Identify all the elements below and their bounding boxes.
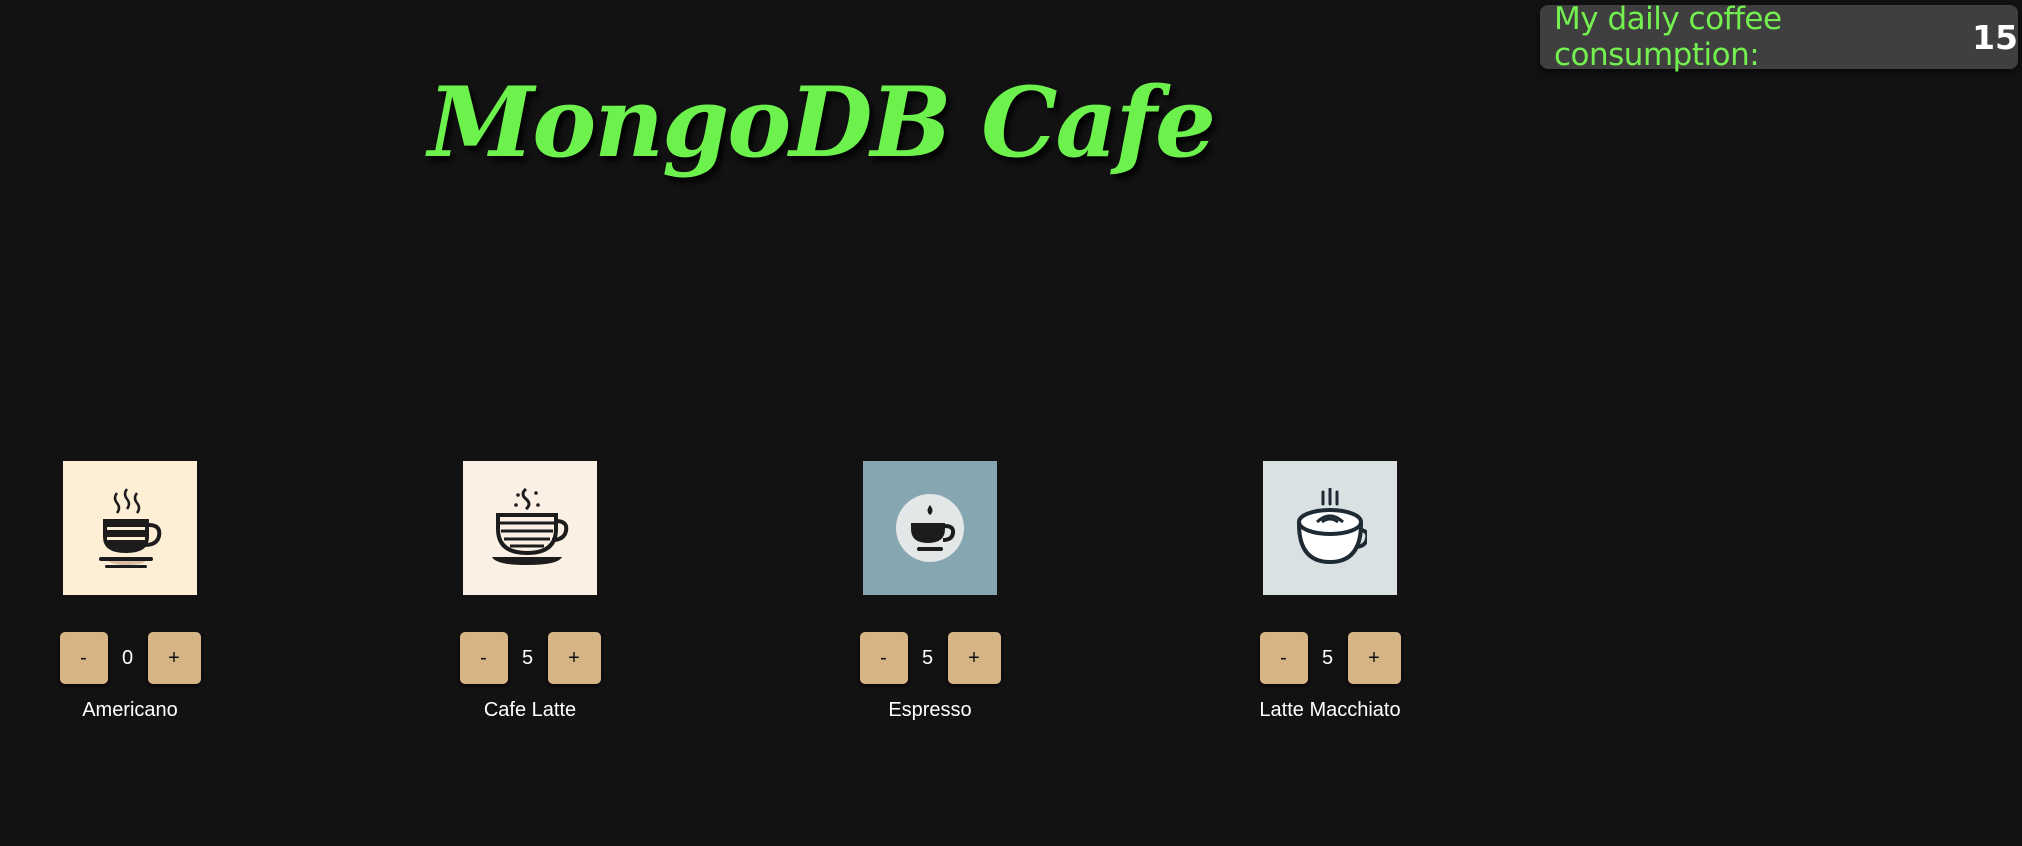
increment-button[interactable]: +: [947, 632, 1001, 684]
consumption-total: 15: [1972, 17, 2018, 57]
drink-name: Americano: [82, 699, 178, 721]
drink-name: Cafe Latte: [483, 699, 577, 721]
drink-count: 5: [1321, 646, 1334, 669]
drink-card-americano: - 0 + Americano: [59, 461, 201, 722]
drink-name: Espresso: [888, 699, 972, 721]
espresso-cup-icon: [863, 461, 997, 595]
decrement-button[interactable]: -: [1259, 632, 1308, 684]
increment-button[interactable]: +: [147, 632, 201, 684]
drink-card-latte-macchiato: - 5 + Latte Macchiato: [1259, 461, 1401, 722]
drink-count: 0: [121, 646, 134, 669]
macchiato-cup-icon: [1263, 461, 1397, 595]
decrement-button[interactable]: -: [459, 632, 508, 684]
drink-count: 5: [521, 646, 534, 669]
drink-card-espresso: - 5 + Espresso: [859, 461, 1001, 722]
increment-button[interactable]: +: [547, 632, 601, 684]
americano-counter: - 0 +: [59, 632, 201, 684]
cafe-latte-counter: - 5 +: [459, 632, 601, 684]
drink-count: 5: [921, 646, 934, 669]
increment-button[interactable]: +: [1347, 632, 1401, 684]
drink-card-cafe-latte: - 5 + Cafe Latte: [459, 461, 601, 722]
decrement-button[interactable]: -: [859, 632, 908, 684]
drink-name: Latte Macchiato: [1259, 699, 1401, 721]
cafe-page: My daily coffee consumption: 15 MongoDB …: [0, 0, 2022, 846]
consumption-label: My daily coffee consumption:: [1554, 1, 1782, 73]
daily-consumption-badge: My daily coffee consumption: 15: [1540, 1, 2018, 73]
decrement-button[interactable]: -: [59, 632, 108, 684]
page-title: MongoDB Cafe: [428, 66, 1216, 179]
espresso-counter: - 5 +: [859, 632, 1001, 684]
latte-macchiato-counter: - 5 +: [1259, 632, 1401, 684]
americano-cup-icon: [63, 461, 197, 595]
latte-cup-icon: [463, 461, 597, 595]
